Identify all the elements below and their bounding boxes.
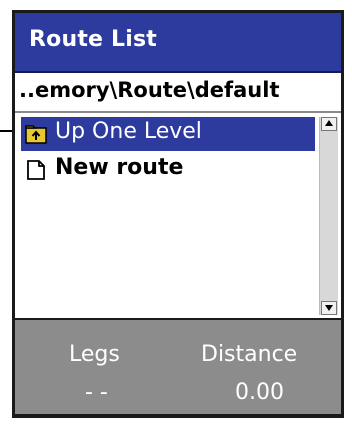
distance-value: 0.00 bbox=[235, 380, 284, 405]
list-item-up-one-level[interactable]: Up One Level bbox=[21, 117, 315, 151]
document-icon bbox=[25, 159, 47, 181]
path-bar: ..emory\Route\default bbox=[15, 73, 341, 113]
title-bar: Route List bbox=[15, 13, 341, 73]
folder-up-icon bbox=[25, 123, 47, 145]
distance-label: Distance bbox=[201, 342, 298, 367]
route-summary-bar: Legs Distance - - 0.00 bbox=[15, 320, 341, 414]
scroll-down-icon[interactable] bbox=[321, 301, 337, 315]
list-scrollbar[interactable] bbox=[319, 117, 338, 315]
route-list-window: Route List ..emory\Route\default Up One … bbox=[12, 10, 344, 418]
legs-value: - - bbox=[85, 380, 108, 405]
list-item-label: New route bbox=[55, 155, 184, 180]
current-path: ..emory\Route\default bbox=[19, 78, 280, 102]
list-item-new-route[interactable]: New route bbox=[21, 153, 315, 187]
legs-label: Legs bbox=[69, 342, 120, 367]
file-list: Up One Level New route bbox=[21, 117, 315, 313]
list-item-label: Up One Level bbox=[55, 119, 202, 144]
window-title: Route List bbox=[29, 27, 157, 52]
scroll-up-icon[interactable] bbox=[321, 117, 337, 131]
file-list-panel: Up One Level New route bbox=[15, 113, 341, 318]
